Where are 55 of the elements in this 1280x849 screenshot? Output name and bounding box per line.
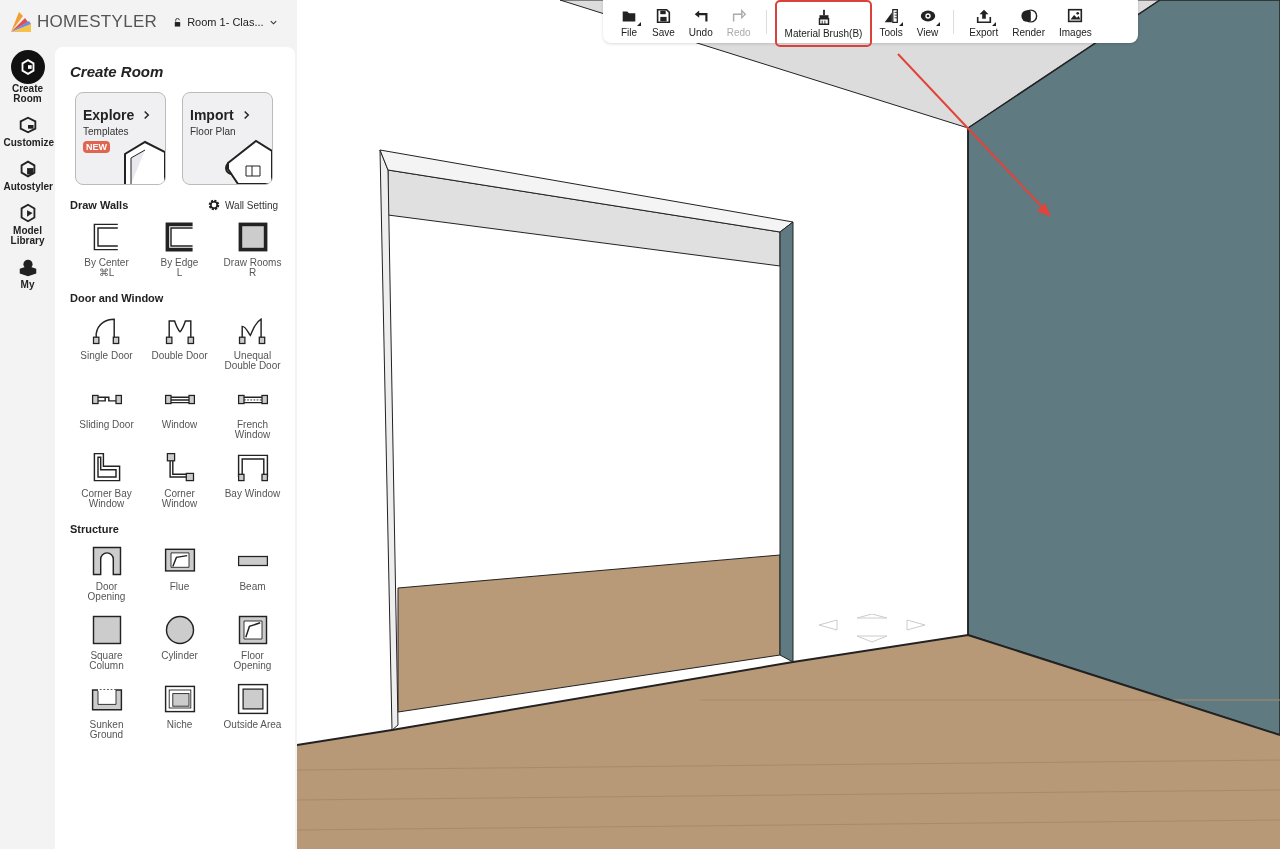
toolbar-icon [654, 7, 673, 25]
sidebar-item[interactable]: My [0, 254, 55, 290]
tool-item[interactable]: Unequal Double Door [216, 312, 289, 371]
tool-item[interactable]: Flue [143, 543, 216, 602]
tool-item[interactable]: Door Opening [70, 543, 143, 602]
toolbar-button[interactable]: File [613, 2, 645, 41]
settings-icon [208, 199, 220, 211]
section-title: Door and Window [70, 292, 164, 304]
lock-icon [173, 17, 183, 27]
toolbar-button[interactable]: Export [962, 2, 1006, 41]
toolbar-button[interactable]: Render [1005, 2, 1052, 41]
tool-item[interactable]: Floor Opening [216, 612, 289, 671]
toolbar-button[interactable]: Tools [872, 2, 910, 41]
tool-item[interactable]: By Center ⌘L [70, 219, 143, 278]
section-title: Structure [70, 523, 119, 535]
wall-setting-button[interactable]: Wall Setting [208, 199, 278, 211]
toolbar-button[interactable]: Undo [681, 2, 720, 41]
toolbar-button[interactable]: Save [645, 2, 682, 41]
toolbar-button[interactable]: Images [1052, 2, 1099, 41]
panel-title: Create Room [70, 63, 165, 80]
tool-item[interactable]: Double Door [143, 312, 216, 371]
toolbar-icon [1066, 7, 1085, 25]
logo-text: HOMESTYLER [37, 12, 158, 32]
tool-item[interactable]: Square Column [70, 612, 143, 671]
toolbar-icon [1019, 7, 1038, 25]
project-selector[interactable]: Room 1- Clas... [173, 16, 278, 28]
tool-item[interactable]: French Window [216, 381, 289, 440]
sidebar-item[interactable]: Customize [0, 112, 55, 148]
tool-item[interactable]: Niche [143, 681, 216, 740]
toolbar-icon [882, 7, 901, 25]
tool-item[interactable]: Beam [216, 543, 289, 602]
tool-item[interactable]: Outside Area [216, 681, 289, 740]
tool-item[interactable]: Window [143, 381, 216, 440]
toolbar-button[interactable]: View [909, 2, 946, 41]
tool-item[interactable]: Sliding Door [70, 381, 143, 440]
tool-item[interactable]: By Edge L [143, 219, 216, 278]
template-card[interactable]: Import Floor Plan [182, 92, 273, 185]
tool-item[interactable]: Corner Window [143, 450, 216, 509]
navigation-arrows-icon[interactable] [817, 614, 927, 644]
sidebar-item[interactable]: Create Room [0, 50, 55, 104]
tool-item[interactable]: Cylinder [143, 612, 216, 671]
template-card[interactable]: Explore Templates NEW [75, 92, 166, 185]
sidebar-item[interactable]: Autostyler [0, 156, 55, 192]
logo-icon [9, 10, 33, 34]
tool-item[interactable]: Sunken Ground [70, 681, 143, 740]
tool-item[interactable]: Corner Bay Window [70, 450, 143, 509]
tool-item[interactable]: Single Door [70, 312, 143, 371]
new-badge: NEW [83, 141, 110, 153]
tool-item[interactable]: Draw Rooms R [216, 219, 289, 278]
section-title: Draw Walls [70, 199, 129, 211]
tool-item[interactable]: Bay Window [216, 450, 289, 509]
toolbar-icon [974, 7, 993, 25]
sidebar-item[interactable]: Model Library [0, 200, 55, 246]
chevron-right-icon [142, 110, 152, 120]
toolbar-button[interactable]: Material Brush(B) [774, 0, 873, 47]
